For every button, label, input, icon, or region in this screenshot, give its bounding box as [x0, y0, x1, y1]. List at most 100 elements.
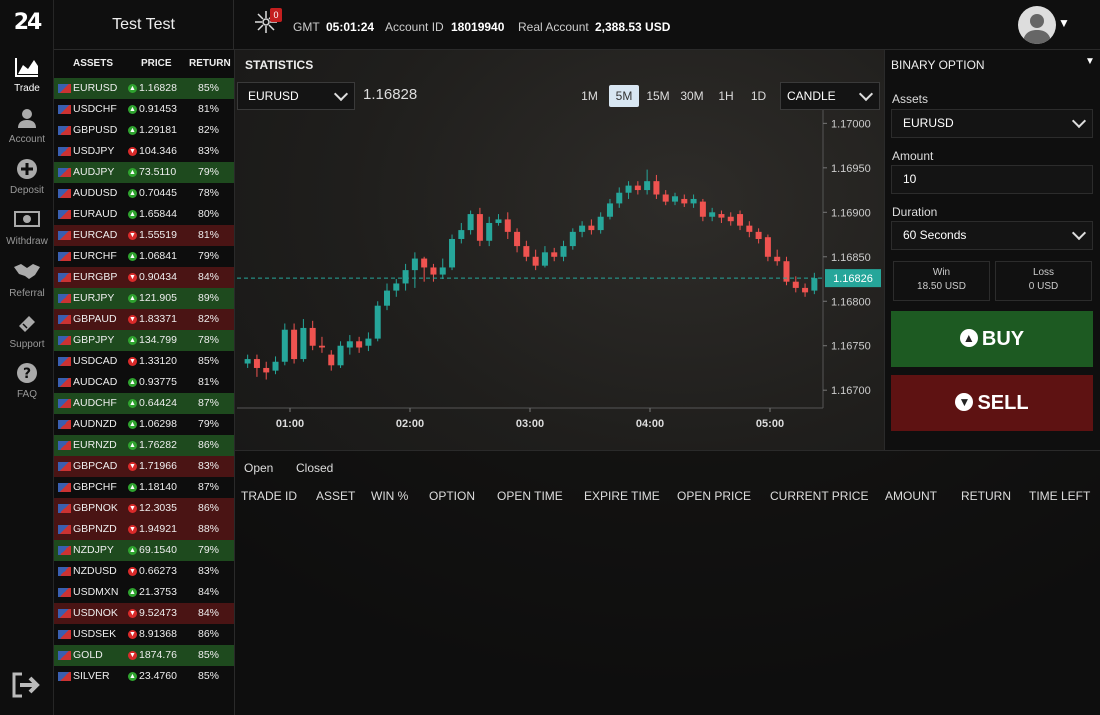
timeframe-1h[interactable]: 1H	[712, 85, 740, 107]
arrow-up-icon: ▲	[128, 588, 137, 597]
svg-text:?: ?	[23, 366, 31, 382]
asset-row[interactable]: AUDCAD ▲ 0.93775 81%	[54, 372, 234, 393]
asset-return: 83%	[198, 145, 220, 157]
caret-down-icon[interactable]: ▼	[1058, 16, 1070, 30]
asset-row[interactable]: GBPCHF ▲ 1.18140 87%	[54, 477, 234, 498]
asset-row[interactable]: GOLD ▼ 1874.76 85%	[54, 645, 234, 666]
avatar[interactable]	[1018, 6, 1056, 44]
x-tick-label: 02:00	[396, 418, 424, 430]
asset-row[interactable]: USDJPY ▼ 104.346 83%	[54, 141, 234, 162]
brand-logo: 24	[13, 10, 43, 35]
nav-withdraw[interactable]: Withdraw	[0, 209, 54, 259]
nav-faq[interactable]: ? FAQ	[0, 362, 54, 412]
asset-row[interactable]: EURNZD ▲ 1.76282 86%	[54, 435, 234, 456]
candle-body	[449, 238, 456, 268]
asset-row[interactable]: GBPAUD ▼ 1.83371 82%	[54, 309, 234, 330]
asset-row[interactable]: AUDNZD ▲ 1.06298 79%	[54, 414, 234, 435]
asset-symbol: SILVER	[73, 670, 110, 682]
nav-account[interactable]: Account	[0, 107, 54, 157]
chart-type-value: CANDLE	[787, 89, 836, 103]
asset-row[interactable]: NZDUSD ▼ 0.66273 83%	[54, 561, 234, 582]
loss-label: Loss	[1032, 267, 1055, 278]
asset-return: 86%	[198, 439, 220, 451]
asset-symbol: GBPCHF	[73, 481, 117, 493]
arrow-up-icon: ▲	[128, 420, 137, 429]
chart-type-select[interactable]: CANDLE	[780, 82, 880, 110]
flag-icon	[58, 168, 71, 177]
asset-row[interactable]: GBPNOK ▼ 12.3035 86%	[54, 498, 234, 519]
asset-row[interactable]: USDMXN ▲ 21.3753 84%	[54, 582, 234, 603]
duration-select[interactable]: 60 Seconds	[891, 221, 1093, 250]
logout-icon[interactable]	[10, 672, 44, 702]
timeframe-1d[interactable]: 1D	[745, 85, 772, 107]
amount-input[interactable]: 10	[891, 165, 1093, 194]
asset-symbol: GBPCAD	[73, 460, 118, 472]
asset-row[interactable]: GBPCAD ▼ 1.71966 83%	[54, 456, 234, 477]
app-root: 24 Trade Account Deposit Withdraw Referr…	[0, 0, 1100, 715]
col-current-price: CURRENT PRICE	[770, 489, 869, 503]
x-tick-label: 04:00	[636, 418, 664, 430]
asset-price: 0.66273	[139, 565, 177, 577]
buy-button[interactable]: ▲ BUY	[891, 311, 1093, 367]
tab-open[interactable]: Open	[244, 461, 273, 475]
asset-return: 86%	[198, 502, 220, 514]
asset-row[interactable]: EURCAD ▼ 1.55519 81%	[54, 225, 234, 246]
chevron-down-icon	[858, 86, 874, 102]
asset-row[interactable]: AUDUSD ▲ 0.70445 78%	[54, 183, 234, 204]
asset-row[interactable]: USDSEK ▼ 8.91368 86%	[54, 624, 234, 645]
candle-body	[514, 231, 521, 247]
nav-deposit[interactable]: Deposit	[0, 158, 54, 208]
asset-return: 84%	[198, 271, 220, 283]
asset-price: 1.33120	[139, 355, 177, 367]
flag-icon	[58, 147, 71, 156]
arrow-down-icon: ▼	[128, 525, 137, 534]
nav-support[interactable]: Support	[0, 312, 54, 362]
timeframe-15m[interactable]: 15M	[643, 85, 673, 107]
flag-icon	[58, 399, 71, 408]
y-tick-label: 1.16950	[831, 163, 871, 175]
asset-row[interactable]: USDCHF ▲ 0.91453 81%	[54, 99, 234, 120]
asset-row[interactable]: USDNOK ▼ 9.52473 84%	[54, 603, 234, 624]
arrow-down-icon: ▼	[128, 357, 137, 366]
asset-row[interactable]: EURUSD ▲ 1.16828 85%	[54, 78, 234, 99]
timeframe-30m[interactable]: 30M	[677, 85, 707, 107]
caret-down-icon[interactable]: ▼	[1085, 56, 1095, 67]
arrow-up-icon: ▲	[128, 483, 137, 492]
flag-icon	[58, 588, 71, 597]
nav-trade[interactable]: Trade	[0, 56, 54, 106]
candle-body	[421, 258, 428, 268]
asset-row[interactable]: NZDJPY ▲ 69.1540 79%	[54, 540, 234, 561]
asset-symbol: EURNZD	[73, 439, 117, 451]
tab-closed[interactable]: Closed	[296, 461, 333, 475]
assets-select[interactable]: EURUSD	[891, 109, 1093, 138]
arrow-up-icon: ▲	[128, 210, 137, 219]
col-win: WIN %	[371, 489, 409, 503]
asset-row[interactable]: EURAUD ▲ 1.65844 80%	[54, 204, 234, 225]
timeframe-5m[interactable]: 5M	[609, 85, 639, 107]
asset-return: 78%	[198, 334, 220, 346]
asset-row[interactable]: USDCAD ▼ 1.33120 85%	[54, 351, 234, 372]
y-tick-label: 1.16700	[831, 385, 871, 397]
timeframe-1m[interactable]: 1M	[575, 85, 604, 107]
asset-price: 0.93775	[139, 376, 177, 388]
asset-row[interactable]: GBPNZD ▼ 1.94921 88%	[54, 519, 234, 540]
flag-icon	[58, 378, 71, 387]
candle-body	[374, 305, 381, 339]
asset-row[interactable]: AUDJPY ▲ 73.5110 79%	[54, 162, 234, 183]
asset-row[interactable]: GBPJPY ▲ 134.799 78%	[54, 330, 234, 351]
asset-row[interactable]: EURJPY ▲ 121.905 89%	[54, 288, 234, 309]
asset-symbol: AUDCAD	[73, 376, 118, 388]
sell-button[interactable]: ▼ SELL	[891, 375, 1093, 431]
asset-row[interactable]: EURGBP ▼ 0.90434 84%	[54, 267, 234, 288]
asset-row[interactable]: AUDCHF ▲ 0.64424 87%	[54, 393, 234, 414]
nav-referral[interactable]: Referral	[0, 261, 54, 311]
asset-row[interactable]: GBPUSD ▲ 1.29181 82%	[54, 120, 234, 141]
candle-body	[718, 214, 725, 218]
chart-asset-select[interactable]: EURUSD	[237, 82, 355, 110]
candlestick-chart[interactable]: 1.17000 1.16950 1.16900 1.16850 1.16800 1.167…	[235, 110, 885, 440]
asset-row[interactable]: SILVER ▲ 23.4760 85%	[54, 666, 234, 687]
notification-badge: 0	[270, 8, 282, 22]
asset-row[interactable]: EURCHF ▲ 1.06841 79%	[54, 246, 234, 267]
loss-box: Loss 0 USD	[995, 261, 1092, 301]
asset-symbol: EURGBP	[73, 271, 118, 283]
